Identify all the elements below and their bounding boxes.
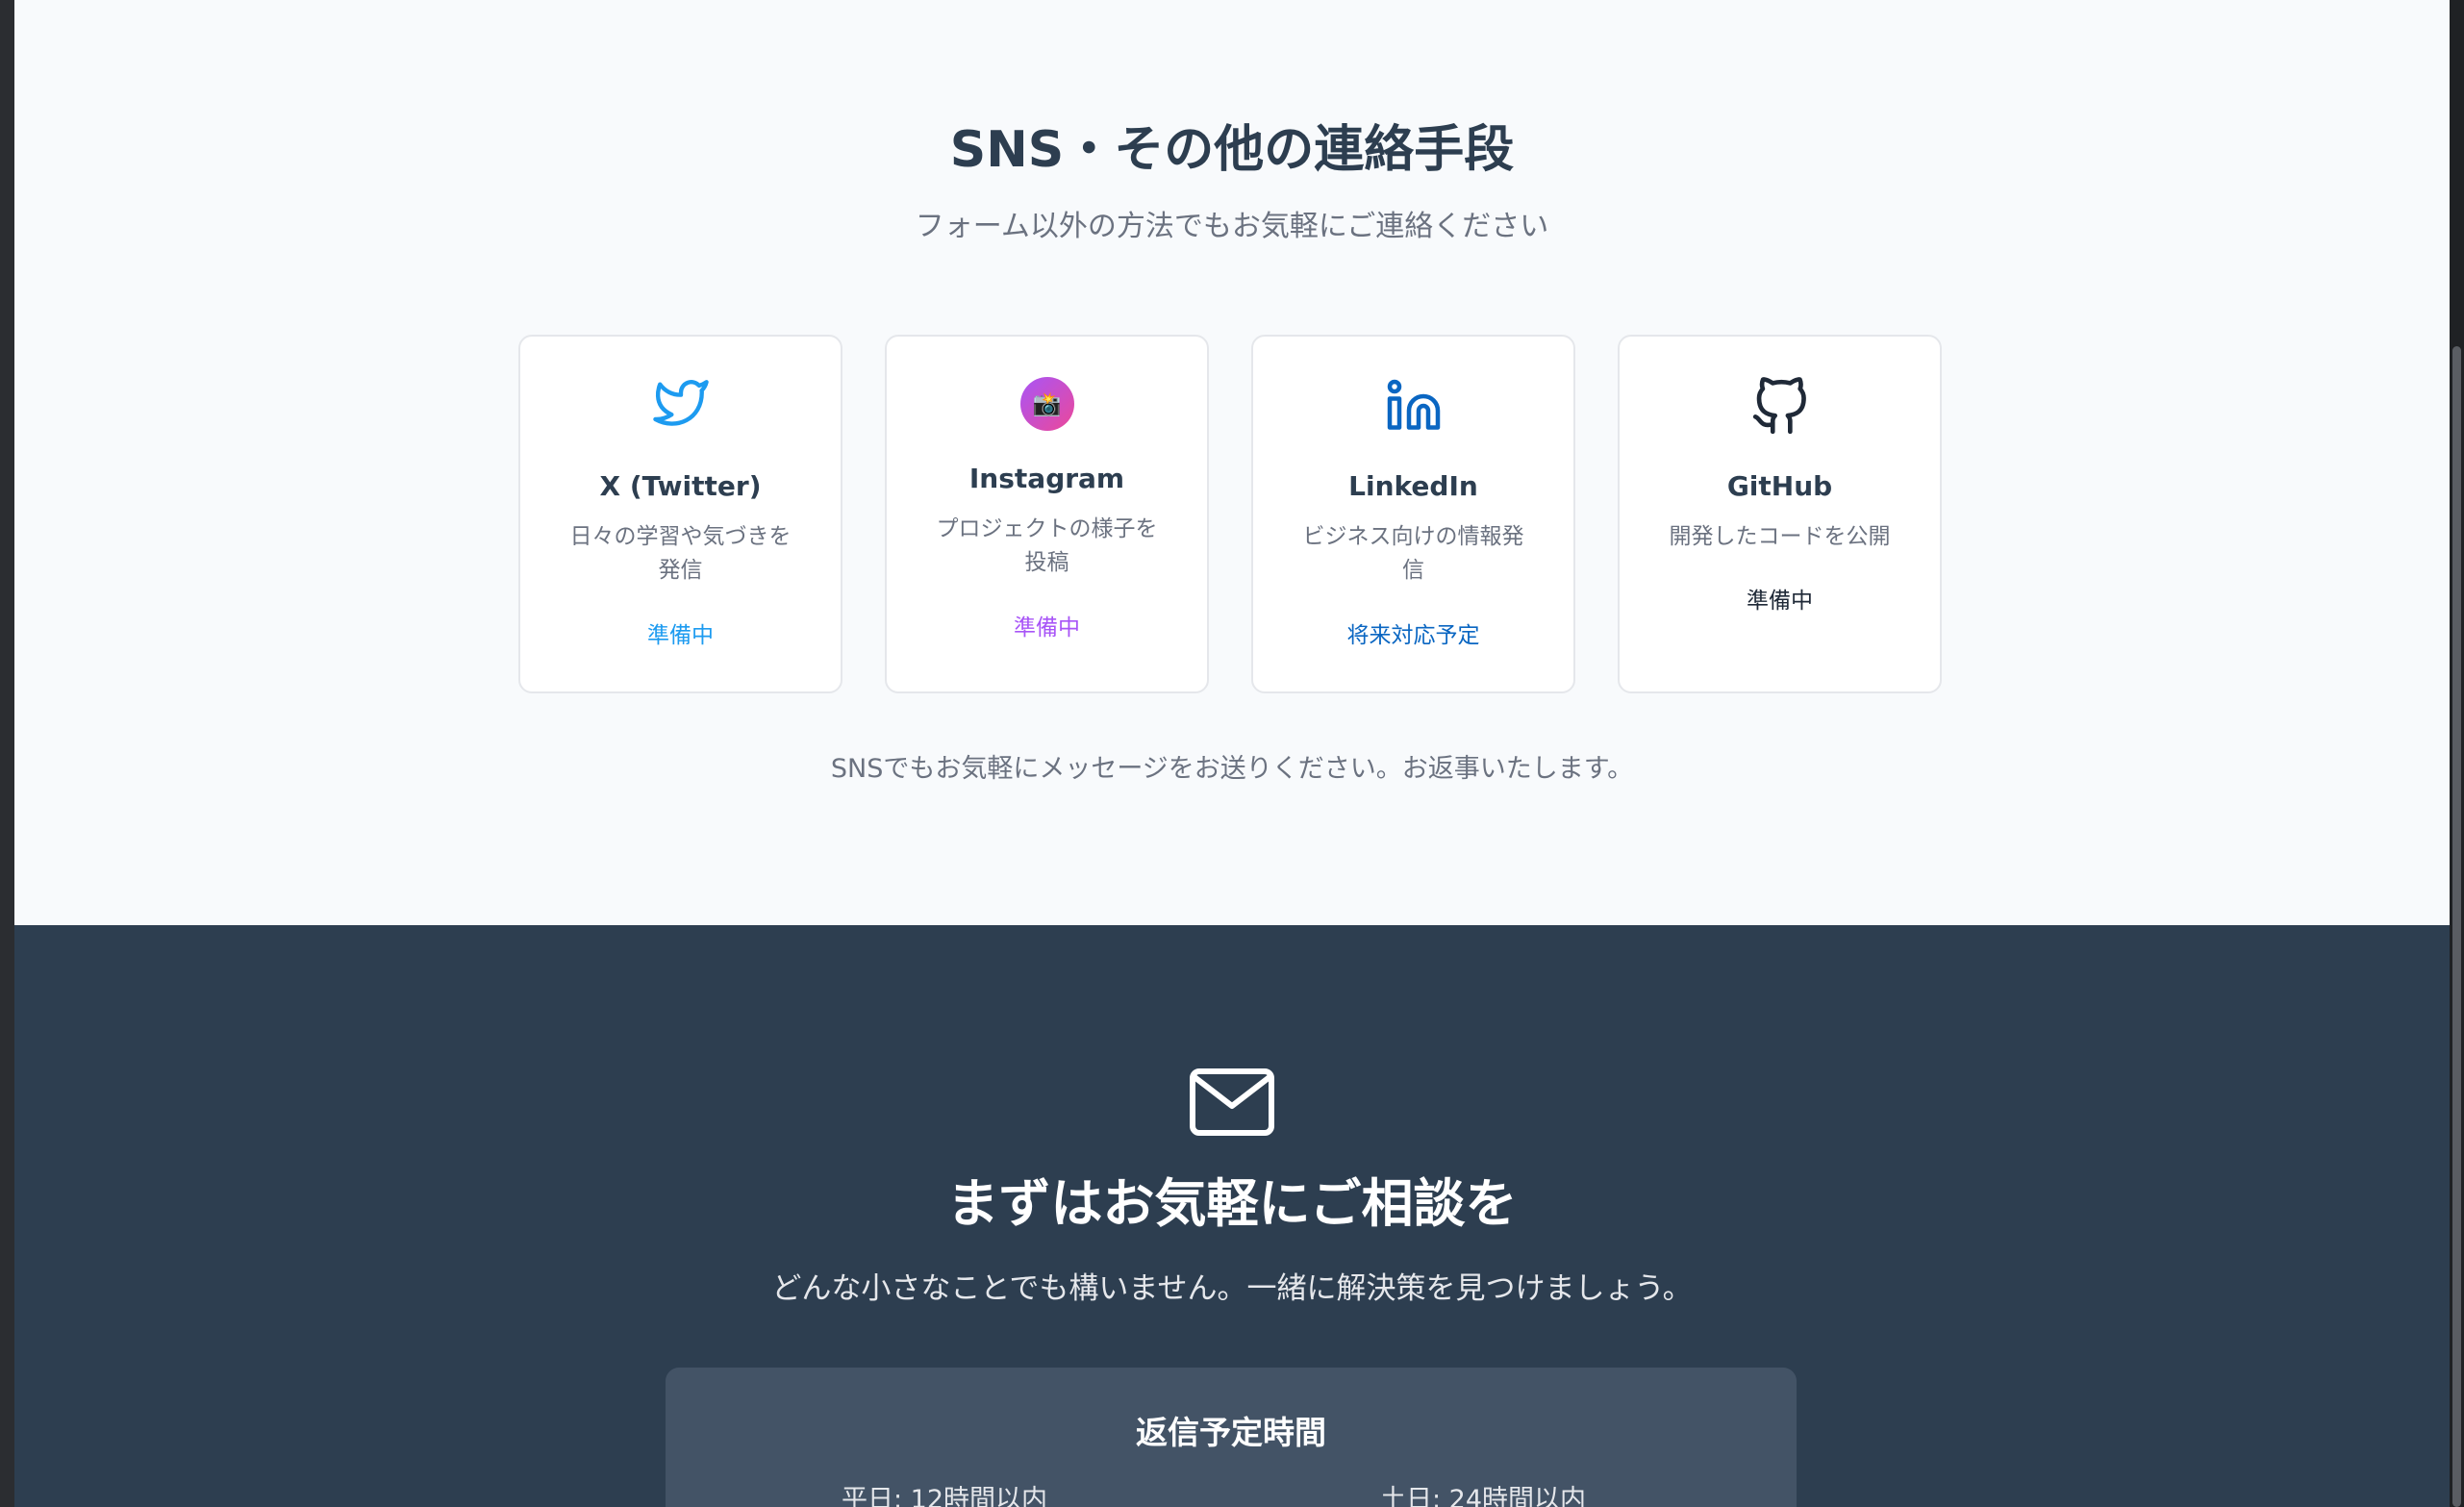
sns-section: SNS・その他の連絡手段 フォーム以外の方法でもお気軽にご連絡ください X (T…: [14, 0, 2450, 925]
sns-card-name: X (Twitter): [599, 470, 762, 502]
sns-card-description: 日々の学習や気づきを 発信: [555, 520, 806, 588]
sns-card-description: プロジェクトの様子を 投稿: [921, 513, 1172, 580]
camera-glyph: 📸: [1032, 390, 1062, 417]
reply-time-box: 返信予定時間 平日: 12時間以内 土日: 24時間以内: [666, 1368, 1797, 1507]
sns-card-twitter[interactable]: X (Twitter) 日々の学習や気づきを 発信 準備中: [518, 335, 842, 693]
sns-card-description-line: 開発したコードを公開: [1669, 524, 1891, 549]
sns-section-title: SNS・その他の連絡手段: [949, 121, 1515, 179]
sns-card-github[interactable]: GitHub 開発したコードを公開 準備中: [1618, 335, 1942, 693]
sns-section-subtitle: フォーム以外の方法でもお気軽にご連絡ください: [915, 210, 1549, 243]
sns-card-name: LinkedIn: [1348, 470, 1478, 502]
sns-card-linkedin[interactable]: LinkedIn ビジネス向けの情報発 信 将来対応予定: [1251, 335, 1575, 693]
instagram-icon-wrap: 📸: [887, 377, 1207, 431]
sns-card-name: Instagram: [968, 463, 1125, 494]
reply-time-weekend: 土日: 24時間以内: [1379, 1485, 1587, 1507]
sns-card-instagram[interactable]: 📸 Instagram プロジェクトの様子を 投稿 準備中: [885, 335, 1209, 693]
sns-card-description: ビジネス向けの情報発 信: [1288, 520, 1539, 588]
sns-card-description: 開発したコードを公開: [1654, 520, 1905, 554]
cta-text: どんな小さなことでも構いません。一緒に解決策を見つけましょう。: [771, 1271, 1693, 1306]
sns-card-description-line: 投稿: [1024, 550, 1069, 575]
mail-icon: [1189, 1067, 1275, 1141]
sns-card-status: 準備中: [1014, 615, 1080, 640]
sns-card-description-line: 発信: [658, 558, 703, 583]
sns-card-status: 準備中: [1747, 589, 1813, 614]
camera-icon: 📸: [1019, 377, 1074, 431]
sns-card-description-line: プロジェクトの様子を: [936, 516, 1158, 541]
sns-card-description-line: ビジネス向けの情報発: [1302, 524, 1524, 549]
reply-time-title: 返信予定時間: [1136, 1414, 1326, 1451]
sns-card-description-line: 日々の学習や気づきを: [569, 524, 792, 549]
sns-card-name: GitHub: [1726, 470, 1833, 502]
linkedin-icon: [1253, 377, 1573, 435]
reply-time-weekday: 平日: 12時間以内: [841, 1485, 1048, 1507]
scrollbar-thumb[interactable]: [2452, 346, 2461, 1507]
sns-card-description-line: 信: [1402, 558, 1424, 583]
github-icon: [1620, 377, 1940, 437]
cta-title: まずはお気軽にご相談を: [946, 1173, 1518, 1234]
twitter-bird-icon: [520, 375, 841, 431]
sns-note: SNSでもお気軽にメッセージをお送りください。お返事いたします。: [830, 754, 1634, 784]
sns-card-status: 準備中: [647, 623, 714, 648]
sns-card-status: 将来対応予定: [1346, 623, 1480, 648]
cta-section: まずはお気軽にご相談を どんな小さなことでも構いません。一緒に解決策を見つけまし…: [14, 925, 2450, 1507]
page: SNS・その他の連絡手段 フォーム以外の方法でもお気軽にご連絡ください X (T…: [14, 0, 2450, 1507]
vertical-scrollbar[interactable]: [2450, 0, 2464, 1507]
